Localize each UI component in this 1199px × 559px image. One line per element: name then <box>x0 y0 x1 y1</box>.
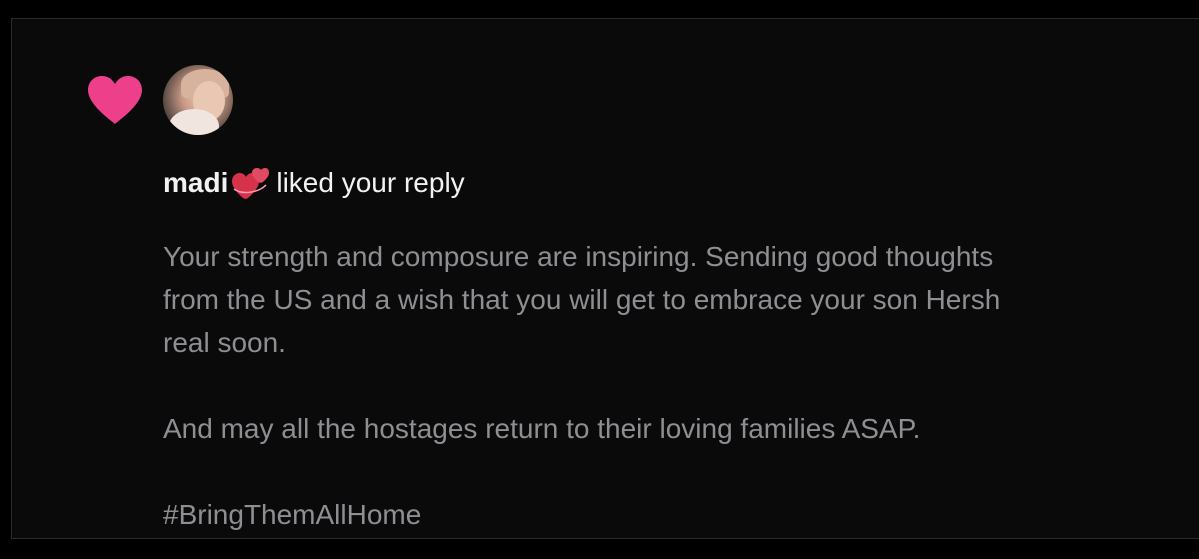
avatar-shoulder <box>169 109 219 135</box>
notification-action: liked your reply <box>276 167 465 198</box>
username[interactable]: madi <box>163 163 228 203</box>
reply-line: Your strength and composure are inspirin… <box>163 241 994 272</box>
screen: madi liked your reply Your strength and … <box>0 0 1199 559</box>
notification-headline: madi liked your reply <box>163 163 465 203</box>
reply-text[interactable]: Your strength and composure are inspirin… <box>163 235 1163 536</box>
reply-line: real soon. <box>163 327 286 358</box>
avatar[interactable] <box>163 65 233 135</box>
two-hearts-icon <box>232 168 270 199</box>
reply-paragraph-2: And may all the hostages return to their… <box>163 413 921 444</box>
notification-card[interactable]: madi liked your reply Your strength and … <box>11 18 1199 539</box>
reply-line: from the US and a wish that you will get… <box>163 284 1001 315</box>
hashtag[interactable]: #BringThemAllHome <box>163 493 1163 536</box>
heart-icon <box>88 76 142 124</box>
